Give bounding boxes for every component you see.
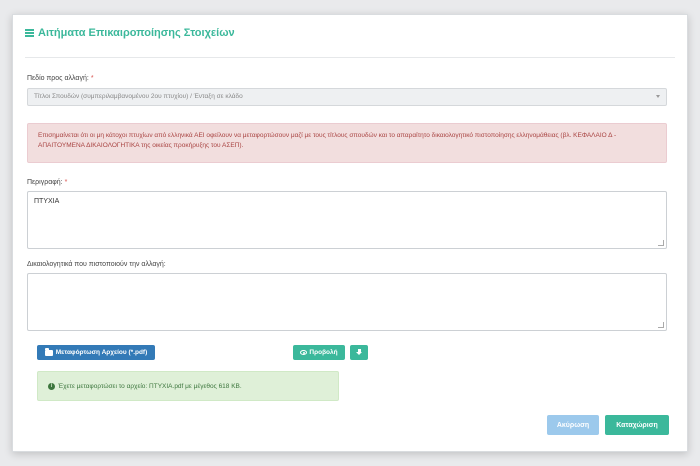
download-button[interactable] [350,345,368,360]
warning-alert: Επισημαίνεται ότι οι μη κάτοχοι πτυχίων … [27,123,667,163]
download-icon [356,349,362,356]
field-select[interactable]: Τίτλοι Σπουδών (συμπεριλαμβανομένου 2ου … [27,88,667,106]
documents-label: Δικαιολογητικά που πιστοποιούν την αλλαγ… [27,261,166,268]
view-label: Προβολή [309,349,338,356]
upload-status-alert: i Έχετε μεταφορτώσει το αρχείο: ΠΤΥΧΙΑ.p… [37,371,339,401]
resize-handle[interactable] [658,322,664,328]
request-panel: Αιτήματα Επικαιροποίησης Στοιχείων Πεδίο… [12,14,688,452]
cancel-label: Ακύρωση [556,421,590,429]
description-label: Περιγραφή: * [27,179,67,186]
resize-handle[interactable] [658,240,664,246]
upload-file-label: Μεταφόρτωση Αρχείου (*.pdf) [55,349,148,356]
save-label: Καταχώριση [616,421,658,429]
folder-open-icon [44,348,53,356]
description-value: ΠΤΥΧΙΑ [34,198,60,205]
field-label-text: Πεδίο προς αλλαγή: [27,75,89,82]
cancel-button[interactable]: Ακύρωση [547,415,599,435]
warning-text: Επισημαίνεται ότι οι μη κάτοχοι πτυχίων … [38,132,617,149]
documents-label-text: Δικαιολογητικά που πιστοποιούν την αλλαγ… [27,261,166,268]
page-title-text: Αιτήματα Επικαιροποίησης Στοιχείων [38,27,235,39]
eye-icon [300,350,308,355]
description-label-text: Περιγραφή: [27,179,63,186]
required-mark: * [90,75,94,82]
list-icon [25,29,34,37]
documents-textarea[interactable] [27,273,667,331]
info-icon: i [48,382,55,390]
upload-status-text: Έχετε μεταφορτώσει το αρχείο: ΠΤΥΧΙΑ.pdf… [58,382,242,390]
field-label: Πεδίο προς αλλαγή: * [27,75,94,82]
field-select-value: Τίτλοι Σπουδών (συμπεριλαμβανομένου 2ου … [34,93,243,100]
description-textarea[interactable]: ΠΤΥΧΙΑ [27,191,667,249]
panel-header: Αιτήματα Επικαιροποίησης Στοιχείων [25,24,675,58]
chevron-down-icon [656,95,660,98]
save-button[interactable]: Καταχώριση [605,415,669,435]
required-mark: * [64,179,68,186]
view-button[interactable]: Προβολή [293,345,345,360]
page-title: Αιτήματα Επικαιροποίησης Στοιχείων [25,27,235,39]
upload-file-button[interactable]: Μεταφόρτωση Αρχείου (*.pdf) [37,345,155,360]
